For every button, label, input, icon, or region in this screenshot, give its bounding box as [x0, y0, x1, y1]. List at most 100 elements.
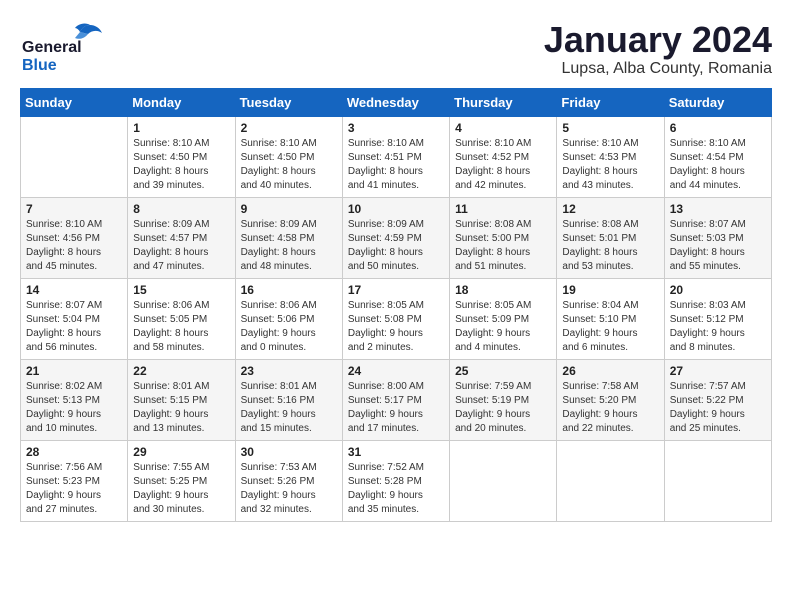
calendar-header-row: SundayMondayTuesdayWednesdayThursdayFrid… — [21, 88, 772, 116]
day-info: Sunrise: 8:01 AMSunset: 5:15 PMDaylight:… — [133, 380, 229, 436]
day-number: 31 — [348, 445, 444, 459]
calendar-cell: 6 Sunrise: 8:10 AMSunset: 4:54 PMDaylight… — [664, 116, 771, 197]
day-number: 7 — [26, 202, 122, 216]
day-number: 21 — [26, 364, 122, 378]
day-number: 4 — [455, 121, 551, 135]
day-number: 1 — [133, 121, 229, 135]
day-info: Sunrise: 8:10 AMSunset: 4:50 PMDaylight:… — [241, 137, 337, 193]
calendar-cell: 23 Sunrise: 8:01 AMSunset: 5:16 PMDayligh… — [235, 359, 342, 440]
day-header-tuesday: Tuesday — [235, 88, 342, 116]
calendar-table: SundayMondayTuesdayWednesdayThursdayFrid… — [20, 88, 772, 522]
day-info: Sunrise: 8:04 AMSunset: 5:10 PMDaylight:… — [562, 299, 658, 355]
day-info: Sunrise: 8:08 AMSunset: 5:01 PMDaylight:… — [562, 218, 658, 274]
day-number: 22 — [133, 364, 229, 378]
calendar-cell: 12Sunrise: 8:08 AMSunset: 5:01 PMDayligh… — [557, 197, 664, 278]
calendar-week-1: 7 Sunrise: 8:10 AMSunset: 4:56 PMDaylight… — [21, 197, 772, 278]
logo-icon: General Blue — [20, 20, 115, 75]
day-number: 8 — [133, 202, 229, 216]
day-info: Sunrise: 8:05 AMSunset: 5:08 PMDaylight:… — [348, 299, 444, 355]
svg-text:Blue: Blue — [22, 57, 57, 74]
calendar-body: 1 Sunrise: 8:10 AMSunset: 4:50 PMDaylight… — [21, 116, 772, 521]
calendar-cell: 26Sunrise: 7:58 AMSunset: 5:20 PMDayligh… — [557, 359, 664, 440]
day-info: Sunrise: 8:01 AMSunset: 5:16 PMDaylight:… — [241, 380, 337, 436]
calendar-cell: 21 Sunrise: 8:02 AMSunset: 5:13 PMDayligh… — [21, 359, 128, 440]
calendar-cell: 10 Sunrise: 8:09 AMSunset: 4:59 PMDayligh… — [342, 197, 449, 278]
day-info: Sunrise: 8:05 AMSunset: 5:09 PMDaylight:… — [455, 299, 551, 355]
calendar-cell: 18 Sunrise: 8:05 AMSunset: 5:09 PMDayligh… — [450, 278, 557, 359]
day-header-thursday: Thursday — [450, 88, 557, 116]
calendar-cell: 3Sunrise: 8:10 AMSunset: 4:51 PMDaylight… — [342, 116, 449, 197]
calendar-cell: 7 Sunrise: 8:10 AMSunset: 4:56 PMDaylight… — [21, 197, 128, 278]
calendar-cell: 20 Sunrise: 8:03 AMSunset: 5:12 PMDayligh… — [664, 278, 771, 359]
day-info: Sunrise: 8:09 AMSunset: 4:59 PMDaylight:… — [348, 218, 444, 274]
day-number: 14 — [26, 283, 122, 297]
calendar-cell: 14 Sunrise: 8:07 AMSunset: 5:04 PMDayligh… — [21, 278, 128, 359]
calendar-cell: 8Sunrise: 8:09 AMSunset: 4:57 PMDaylight… — [128, 197, 235, 278]
day-info: Sunrise: 8:03 AMSunset: 5:12 PMDaylight:… — [670, 299, 766, 355]
calendar-cell: 17 Sunrise: 8:05 AMSunset: 5:08 PMDayligh… — [342, 278, 449, 359]
day-header-monday: Monday — [128, 88, 235, 116]
day-info: Sunrise: 8:10 AMSunset: 4:53 PMDaylight:… — [562, 137, 658, 193]
calendar-cell: 27 Sunrise: 7:57 AMSunset: 5:22 PMDayligh… — [664, 359, 771, 440]
day-info: Sunrise: 7:55 AMSunset: 5:25 PMDaylight:… — [133, 461, 229, 517]
day-number: 24 — [348, 364, 444, 378]
calendar-cell: 19 Sunrise: 8:04 AMSunset: 5:10 PMDayligh… — [557, 278, 664, 359]
day-info: Sunrise: 8:10 AMSunset: 4:54 PMDaylight:… — [670, 137, 766, 193]
month-title: January 2024 — [544, 20, 772, 60]
day-number: 10 — [348, 202, 444, 216]
day-info: Sunrise: 8:10 AMSunset: 4:56 PMDaylight:… — [26, 218, 122, 274]
day-info: Sunrise: 8:02 AMSunset: 5:13 PMDaylight:… — [26, 380, 122, 436]
calendar-cell: 1 Sunrise: 8:10 AMSunset: 4:50 PMDaylight… — [128, 116, 235, 197]
day-info: Sunrise: 8:07 AMSunset: 5:03 PMDaylight:… — [670, 218, 766, 274]
location: Lupsa, Alba County, Romania — [544, 60, 772, 78]
calendar-cell: 22 Sunrise: 8:01 AMSunset: 5:15 PMDayligh… — [128, 359, 235, 440]
day-number: 18 — [455, 283, 551, 297]
day-number: 27 — [670, 364, 766, 378]
day-number: 23 — [241, 364, 337, 378]
day-header-wednesday: Wednesday — [342, 88, 449, 116]
calendar-cell: 5Sunrise: 8:10 AMSunset: 4:53 PMDaylight… — [557, 116, 664, 197]
header: General Blue January 2024 Lupsa, Alba Co… — [20, 20, 772, 78]
day-number: 11 — [455, 202, 551, 216]
day-number: 15 — [133, 283, 229, 297]
day-info: Sunrise: 8:10 AMSunset: 4:50 PMDaylight:… — [133, 137, 229, 193]
day-number: 28 — [26, 445, 122, 459]
calendar-week-2: 14 Sunrise: 8:07 AMSunset: 5:04 PMDayligh… — [21, 278, 772, 359]
calendar-cell: 31 Sunrise: 7:52 AMSunset: 5:28 PMDayligh… — [342, 440, 449, 521]
calendar-cell: 28 Sunrise: 7:56 AMSunset: 5:23 PMDayligh… — [21, 440, 128, 521]
logo: General Blue — [20, 20, 115, 75]
calendar-cell: 15 Sunrise: 8:06 AMSunset: 5:05 PMDayligh… — [128, 278, 235, 359]
day-number: 30 — [241, 445, 337, 459]
day-header-sunday: Sunday — [21, 88, 128, 116]
calendar-week-0: 1 Sunrise: 8:10 AMSunset: 4:50 PMDaylight… — [21, 116, 772, 197]
calendar-cell — [450, 440, 557, 521]
calendar-cell: 13Sunrise: 8:07 AMSunset: 5:03 PMDayligh… — [664, 197, 771, 278]
day-info: Sunrise: 7:53 AMSunset: 5:26 PMDaylight:… — [241, 461, 337, 517]
calendar-week-3: 21 Sunrise: 8:02 AMSunset: 5:13 PMDayligh… — [21, 359, 772, 440]
day-info: Sunrise: 7:52 AMSunset: 5:28 PMDaylight:… — [348, 461, 444, 517]
calendar-cell — [557, 440, 664, 521]
day-info: Sunrise: 8:00 AMSunset: 5:17 PMDaylight:… — [348, 380, 444, 436]
day-info: Sunrise: 7:57 AMSunset: 5:22 PMDaylight:… — [670, 380, 766, 436]
calendar-cell: 24 Sunrise: 8:00 AMSunset: 5:17 PMDayligh… — [342, 359, 449, 440]
day-info: Sunrise: 8:09 AMSunset: 4:58 PMDaylight:… — [241, 218, 337, 274]
day-number: 6 — [670, 121, 766, 135]
day-number: 19 — [562, 283, 658, 297]
calendar-cell: 2 Sunrise: 8:10 AMSunset: 4:50 PMDaylight… — [235, 116, 342, 197]
day-info: Sunrise: 8:07 AMSunset: 5:04 PMDaylight:… — [26, 299, 122, 355]
day-info: Sunrise: 8:06 AMSunset: 5:06 PMDaylight:… — [241, 299, 337, 355]
day-info: Sunrise: 7:59 AMSunset: 5:19 PMDaylight:… — [455, 380, 551, 436]
calendar-cell: 30 Sunrise: 7:53 AMSunset: 5:26 PMDayligh… — [235, 440, 342, 521]
day-number: 17 — [348, 283, 444, 297]
calendar-cell: 4Sunrise: 8:10 AMSunset: 4:52 PMDaylight… — [450, 116, 557, 197]
day-info: Sunrise: 8:10 AMSunset: 4:51 PMDaylight:… — [348, 137, 444, 193]
day-info: Sunrise: 7:56 AMSunset: 5:23 PMDaylight:… — [26, 461, 122, 517]
day-number: 2 — [241, 121, 337, 135]
day-info: Sunrise: 8:08 AMSunset: 5:00 PMDaylight:… — [455, 218, 551, 274]
calendar-cell — [21, 116, 128, 197]
calendar-cell: 16Sunrise: 8:06 AMSunset: 5:06 PMDayligh… — [235, 278, 342, 359]
day-number: 25 — [455, 364, 551, 378]
day-info: Sunrise: 8:06 AMSunset: 5:05 PMDaylight:… — [133, 299, 229, 355]
day-number: 29 — [133, 445, 229, 459]
day-number: 20 — [670, 283, 766, 297]
